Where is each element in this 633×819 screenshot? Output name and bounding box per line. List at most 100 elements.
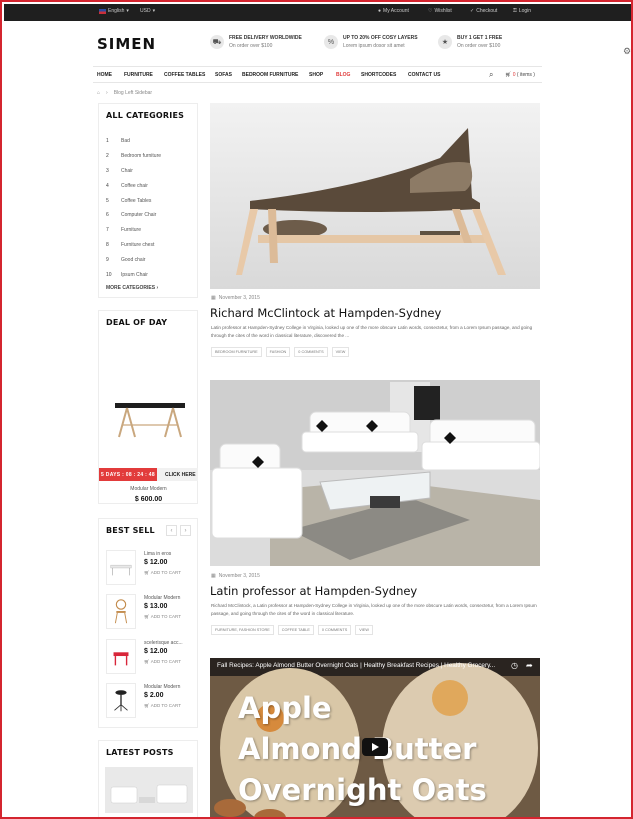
category-label[interactable]: Furniture chest xyxy=(121,242,154,248)
add-to-cart-link[interactable]: 🛒︎ ADD TO CART xyxy=(144,570,181,576)
post-category-tag[interactable]: FURNITURE, FASHION STORE xyxy=(211,625,274,635)
best-sell-item[interactable]: Lima in eros $ 12.00 🛒︎ ADD TO CART xyxy=(106,550,196,588)
home-icon[interactable]: ⌂ xyxy=(97,90,100,96)
promo-bogo: ★ BUY 1 GET 1 FREE On order over $100 xyxy=(438,35,502,49)
nav-bedroom-furniture[interactable]: BEDROOM FURNITURE xyxy=(242,72,298,78)
checkout-link[interactable]: ✓ Checkout xyxy=(470,8,497,14)
post-comments-link[interactable]: 0 COMMENTS xyxy=(294,347,328,357)
best-sell-item[interactable]: Modular Modern $ 13.00 🛒︎ ADD TO CART xyxy=(106,594,196,632)
category-label[interactable]: Bedroom furniture xyxy=(121,153,161,159)
nav-sofas[interactable]: SOFAS xyxy=(215,72,232,78)
main-nav: HOME FURNITURE COFFEE TABLES SOFAS BEDRO… xyxy=(93,66,542,83)
post-view-link[interactable]: VIEW xyxy=(331,347,350,357)
deal-product-image[interactable] xyxy=(105,381,193,441)
product-thumbnail[interactable] xyxy=(106,683,136,718)
category-item[interactable]: 10 Ipsum Chair xyxy=(106,267,194,282)
category-list: 1 Bad 2 Bedroom furniture 3 Chair 4 Coffee chai… xyxy=(106,134,194,282)
product-thumbnail[interactable] xyxy=(106,550,136,585)
more-categories-link[interactable]: MORE CATEGORIES › xyxy=(106,285,158,291)
clock-icon[interactable]: ◷ xyxy=(511,661,518,670)
category-item[interactable]: 8 Furniture chest xyxy=(106,238,194,253)
currency-selector[interactable]: USD ▾ xyxy=(140,8,155,14)
checkout-icon: ✓ xyxy=(470,8,475,14)
post-excerpt: Latin professor at Hampden-Sydney Colleg… xyxy=(211,325,533,338)
add-to-cart-link[interactable]: 🛒︎ ADD TO CART xyxy=(144,703,181,709)
category-number: 8 xyxy=(106,241,109,248)
categories-title: ALL CATEGORIES xyxy=(106,111,185,120)
post-date: ▦ November 3, 2015 xyxy=(211,295,260,301)
category-label[interactable]: Bad xyxy=(121,138,130,144)
category-item[interactable]: 4 Coffee chair xyxy=(106,178,194,193)
post-category-tag[interactable]: COFFEE TABLE xyxy=(277,625,314,635)
nav-shortcodes[interactable]: SHORTCODES xyxy=(361,72,396,78)
add-to-cart-link[interactable]: 🛒︎ ADD TO CART xyxy=(144,659,181,665)
login-link[interactable]: ⚿ Login xyxy=(513,8,531,14)
category-number: 3 xyxy=(106,167,109,174)
latest-post-thumbnail[interactable] xyxy=(105,767,193,813)
category-number: 1 xyxy=(106,138,109,145)
category-label[interactable]: Good chair xyxy=(121,257,145,263)
nav-blog[interactable]: BLOG xyxy=(336,72,350,78)
nav-home[interactable]: HOME xyxy=(97,72,112,78)
categories-widget: ALL CATEGORIES 1 Bad 2 Bedroom furniture 3 Ch… xyxy=(98,103,198,298)
site-logo[interactable]: SIMEN xyxy=(97,35,156,53)
user-icon: ● xyxy=(378,8,382,14)
nav-coffee-tables[interactable]: COFFEE TABLES xyxy=(164,72,205,78)
category-item[interactable]: 9 Good chair xyxy=(106,252,194,267)
post-title[interactable]: Richard McClintock at Hampden-Sydney xyxy=(210,306,441,320)
wishlist-link[interactable]: ♡ Wishlist xyxy=(428,8,452,14)
nav-furniture[interactable]: FURNITURE xyxy=(124,72,153,78)
best-sell-item[interactable]: scelerisque acc... $ 12.00 🛒︎ ADD TO CAR… xyxy=(106,639,196,677)
video-title[interactable]: Fall Recipes: Apple Almond Butter Overni… xyxy=(217,662,495,669)
cart-button[interactable]: 🛒︎ 0 ( items ) xyxy=(505,72,535,78)
deal-click-here-button[interactable]: CLICK HERE xyxy=(165,472,196,478)
settings-gear-icon[interactable]: ⚙ xyxy=(623,46,631,57)
category-item[interactable]: 1 Bad xyxy=(106,134,194,149)
my-account-link[interactable]: ● My Account xyxy=(378,8,409,14)
nav-shop[interactable]: SHOP xyxy=(309,72,323,78)
promo-delivery: ⛟ FREE DELIVERY WORLDWIDE On order over $… xyxy=(210,35,302,49)
category-item[interactable]: 2 Bedroom furniture xyxy=(106,149,194,164)
category-item[interactable]: 3 Chair xyxy=(106,164,194,179)
prev-arrow-icon[interactable]: ‹ xyxy=(166,525,177,536)
category-label[interactable]: Furniture xyxy=(121,227,141,233)
post-date: ▦ November 3, 2015 xyxy=(211,573,260,579)
post-image[interactable] xyxy=(210,103,540,289)
deal-of-day-widget: DEAL OF DAY 5 DAYS : 08 : 24 : 48 CLICK … xyxy=(98,310,198,504)
best-sell-widget: BEST SELL ‹ › Lima in eros $ 12.00 🛒︎ AD… xyxy=(98,518,198,728)
post-view-link[interactable]: VIEW xyxy=(355,625,373,635)
page-frame: English ▾ USD ▾ ● My Account ♡ Wishlist ✓ Che… xyxy=(0,0,633,819)
post-meta: FURNITURE, FASHION STORE COFFEE TABLE 0 … xyxy=(211,625,373,635)
category-label[interactable]: Coffee Tables xyxy=(121,198,151,204)
post-meta: BEDROOM FURNITURE FASHION 0 COMMENTS VIE… xyxy=(211,347,350,357)
video-embed[interactable]: Fall Recipes: Apple Almond Butter Overni… xyxy=(210,658,540,817)
category-item[interactable]: 5 Coffee Tables xyxy=(106,193,194,208)
language-selector[interactable]: English ▾ xyxy=(99,8,129,14)
category-item[interactable]: 7 Furniture xyxy=(106,223,194,238)
deal-product-name[interactable]: Modular Modern xyxy=(99,486,198,492)
category-label[interactable]: Chair xyxy=(121,168,133,174)
search-icon[interactable]: ⌕ xyxy=(489,70,493,80)
category-number: 2 xyxy=(106,153,109,160)
nav-contact-us[interactable]: CONTACT US xyxy=(408,72,440,78)
post-image[interactable] xyxy=(210,380,540,566)
post-category-tag[interactable]: BEDROOM FURNITURE xyxy=(211,347,262,357)
category-label[interactable]: Coffee chair xyxy=(121,183,148,189)
latest-posts-widget: LATEST POSTS xyxy=(98,740,198,817)
best-sell-item[interactable]: Modular Modern $ 2.00 🛒︎ ADD TO CART xyxy=(106,683,196,721)
category-label[interactable]: Ipsum Chair xyxy=(121,272,148,278)
next-arrow-icon[interactable]: › xyxy=(180,525,191,536)
product-thumbnail[interactable] xyxy=(106,639,136,674)
play-button[interactable] xyxy=(362,738,388,756)
category-label[interactable]: Computer Chair xyxy=(121,212,156,218)
post-comments-link[interactable]: 0 COMMENTS xyxy=(317,625,352,635)
cart-icon: 🛒︎ xyxy=(505,72,512,78)
share-icon[interactable]: ➦ xyxy=(526,661,533,670)
post-category-tag[interactable]: FASHION xyxy=(265,347,291,357)
add-to-cart-link[interactable]: 🛒︎ ADD TO CART xyxy=(144,614,181,620)
category-item[interactable]: 6 Computer Chair xyxy=(106,208,194,223)
product-thumbnail[interactable] xyxy=(106,594,136,629)
latest-posts-title: LATEST POSTS xyxy=(106,748,174,757)
post-title[interactable]: Latin professor at Hampden-Sydney xyxy=(210,584,417,598)
deal-product-price: $ 600.00 xyxy=(134,496,163,503)
